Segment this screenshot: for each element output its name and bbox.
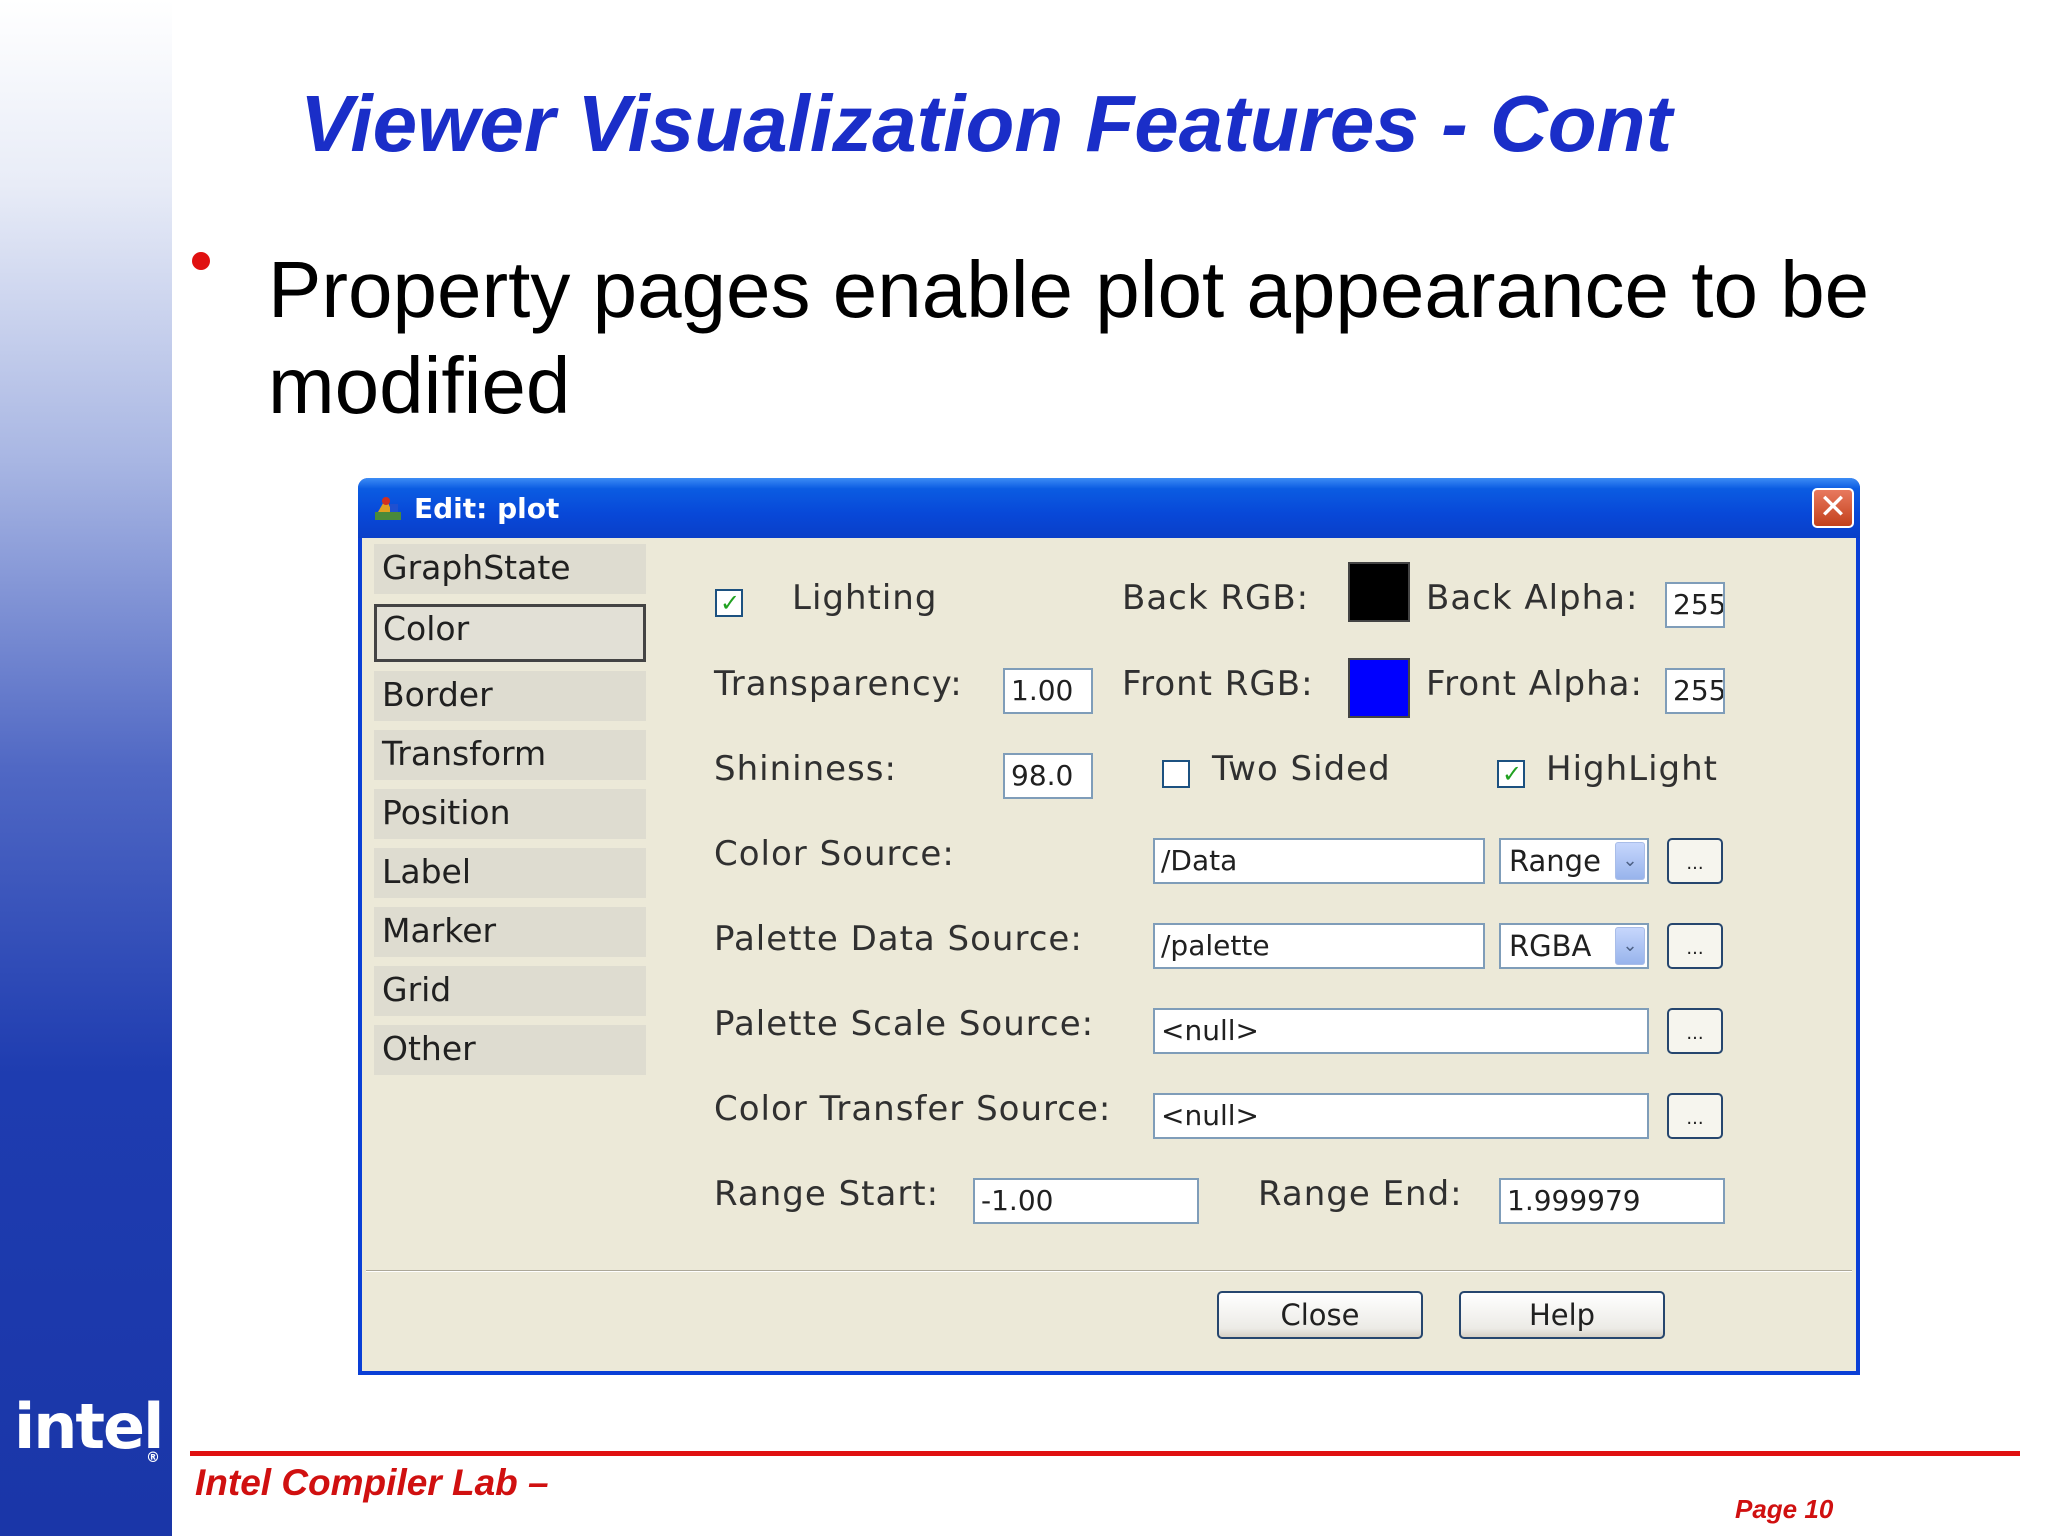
range-end-label: Range End: bbox=[1258, 1174, 1463, 1214]
nav-item-color[interactable]: Color bbox=[374, 604, 646, 662]
slide-title: Viewer Visualization Features - Cont bbox=[300, 79, 1673, 168]
transparency-field[interactable]: 1.00 bbox=[1003, 668, 1093, 714]
dialog-titlebar[interactable]: Edit: plot ✕ bbox=[358, 478, 1860, 538]
color-transfer-browse-button[interactable]: ... bbox=[1667, 1093, 1723, 1139]
nav-item-border[interactable]: Border bbox=[374, 671, 646, 721]
front-alpha-field[interactable]: 255 bbox=[1665, 668, 1725, 714]
bullet-dot bbox=[192, 252, 210, 270]
range-start-label: Range Start: bbox=[714, 1174, 940, 1214]
footer-divider bbox=[190, 1451, 2020, 1456]
button-separator bbox=[366, 1270, 1852, 1272]
color-transfer-source-field[interactable]: <null> bbox=[1153, 1093, 1649, 1139]
chevron-down-icon[interactable]: ⌄ bbox=[1615, 842, 1645, 880]
back-alpha-label: Back Alpha: bbox=[1426, 578, 1639, 618]
intel-logo: intel ® bbox=[14, 1390, 164, 1466]
shininess-label: Shininess: bbox=[714, 749, 897, 789]
edit-plot-dialog: Edit: plot ✕ GraphState Color Border Tra… bbox=[358, 478, 1860, 1375]
palette-data-mode-value: RGBA bbox=[1509, 929, 1592, 963]
nav-item-other[interactable]: Other bbox=[374, 1025, 646, 1075]
color-transfer-source-label: Color Transfer Source: bbox=[714, 1089, 1112, 1129]
nav-item-label[interactable]: Label bbox=[374, 848, 646, 898]
color-source-label: Color Source: bbox=[714, 834, 955, 874]
nav-item-marker[interactable]: Marker bbox=[374, 907, 646, 957]
back-rgb-swatch[interactable] bbox=[1348, 562, 1410, 622]
footer-page-number: Page 10 bbox=[1735, 1494, 1834, 1524]
back-rgb-label: Back RGB: bbox=[1122, 578, 1310, 618]
front-rgb-swatch[interactable] bbox=[1348, 658, 1410, 718]
palette-data-browse-button[interactable]: ... bbox=[1667, 923, 1723, 969]
nav-item-grid[interactable]: Grid bbox=[374, 966, 646, 1016]
palette-scale-browse-button[interactable]: ... bbox=[1667, 1008, 1723, 1054]
range-end-field[interactable]: 1.999979 bbox=[1499, 1178, 1725, 1224]
color-source-mode-value: Range bbox=[1509, 844, 1601, 878]
front-alpha-label: Front Alpha: bbox=[1426, 664, 1643, 704]
two-sided-label: Two Sided bbox=[1212, 749, 1391, 789]
check-icon: ✓ bbox=[1502, 760, 1523, 788]
palette-scale-source-label: Palette Scale Source: bbox=[714, 1004, 1095, 1044]
close-button[interactable]: Close bbox=[1217, 1291, 1423, 1339]
bullet-text: Property pages enable plot appearance to… bbox=[268, 245, 1870, 430]
nav-item-transform[interactable]: Transform bbox=[374, 730, 646, 780]
palette-data-mode-select[interactable]: RGBA ⌄ bbox=[1499, 923, 1649, 969]
check-icon: ✓ bbox=[720, 589, 741, 617]
nav-item-position[interactable]: Position bbox=[374, 789, 646, 839]
side-gradient-band bbox=[0, 0, 172, 1536]
color-source-browse-button[interactable]: ... bbox=[1667, 838, 1723, 884]
color-source-mode-select[interactable]: Range ⌄ bbox=[1499, 838, 1649, 884]
highlight-checkbox[interactable]: ✓ bbox=[1497, 760, 1525, 788]
lighting-checkbox[interactable]: ✓ bbox=[715, 589, 743, 617]
shininess-field[interactable]: 98.0 bbox=[1003, 753, 1093, 799]
highlight-label: HighLight bbox=[1546, 749, 1718, 789]
color-source-field[interactable]: /Data bbox=[1153, 838, 1485, 884]
palette-data-source-field[interactable]: /palette bbox=[1153, 923, 1485, 969]
palette-data-source-label: Palette Data Source: bbox=[714, 919, 1083, 959]
close-icon[interactable]: ✕ bbox=[1812, 488, 1854, 528]
chevron-down-icon[interactable]: ⌄ bbox=[1615, 927, 1645, 965]
palette-scale-source-field[interactable]: <null> bbox=[1153, 1008, 1649, 1054]
transparency-label: Transparency: bbox=[714, 664, 963, 704]
help-button[interactable]: Help bbox=[1459, 1291, 1665, 1339]
dialog-title: Edit: plot bbox=[414, 492, 560, 525]
range-start-field[interactable]: -1.00 bbox=[973, 1178, 1199, 1224]
back-alpha-field[interactable]: 255 bbox=[1665, 582, 1725, 628]
two-sided-checkbox[interactable] bbox=[1162, 760, 1190, 788]
nav-item-graphstate[interactable]: GraphState bbox=[374, 544, 646, 594]
footer-lab-name: Intel Compiler Lab – bbox=[195, 1462, 549, 1503]
front-rgb-label: Front RGB: bbox=[1122, 664, 1314, 704]
app-icon bbox=[375, 497, 401, 520]
lighting-label: Lighting bbox=[792, 578, 938, 618]
